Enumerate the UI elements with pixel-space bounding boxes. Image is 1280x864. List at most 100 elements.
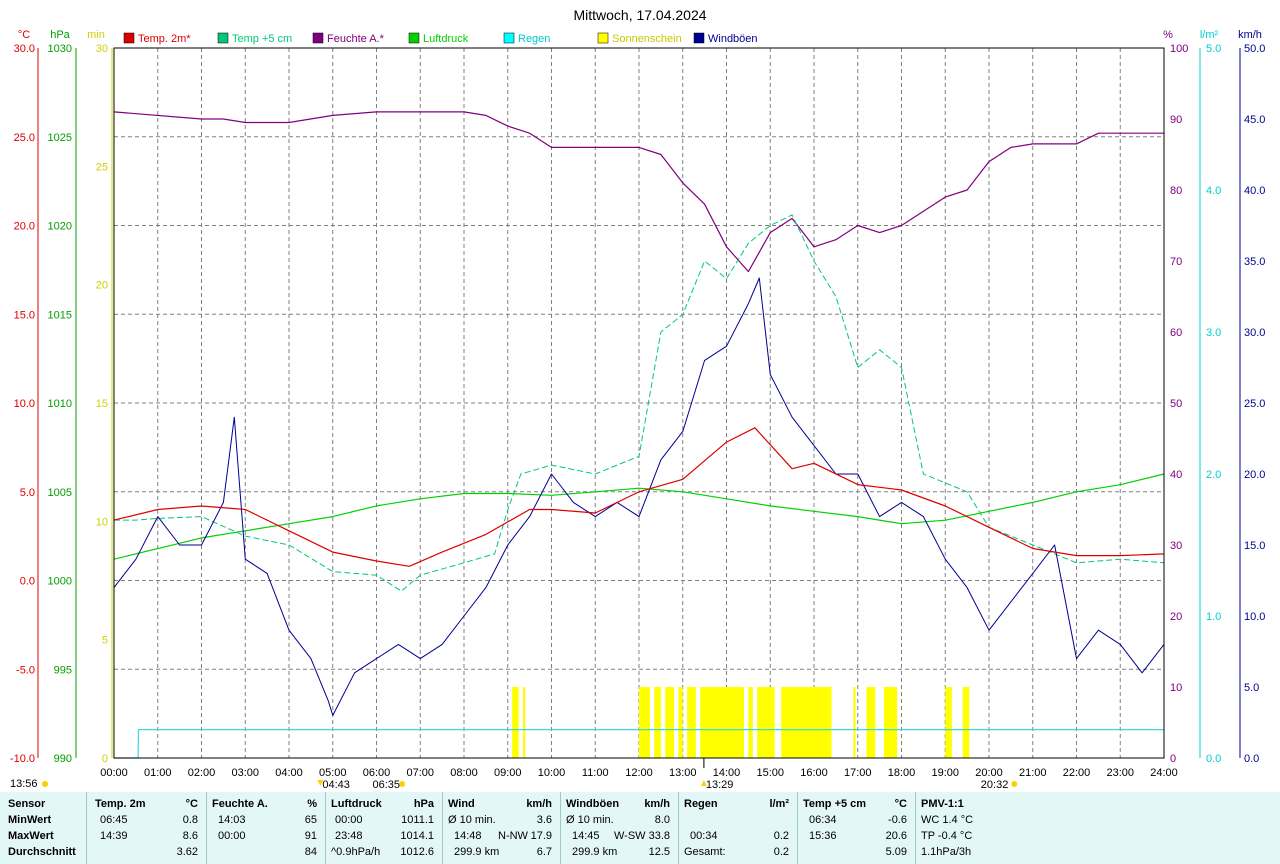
pmv-trend: 1.1hPa/3h — [921, 846, 972, 858]
y-tick-minutes: 30 — [96, 43, 108, 55]
stats-wind: Wind km/h Ø 10 min. 3.6 14:48 N-NW 17.9 299.… — [442, 792, 560, 864]
legend-label: Windböen — [708, 33, 758, 45]
y-tick-pressure: 1020 — [48, 221, 72, 233]
y-tick-temp: 10.0 — [14, 398, 35, 410]
x-tick-label: 20:00 — [975, 767, 1003, 779]
pressure-unit: hPa — [413, 798, 434, 810]
y-tick-wind: 25.0 — [1244, 398, 1265, 410]
y-tick-rain: 2.0 — [1206, 469, 1221, 481]
y-tick-pressure: 1025 — [48, 132, 72, 144]
y-tick-rain: 1.0 — [1206, 611, 1221, 623]
y-tick-pressure: 990 — [54, 753, 72, 765]
y-tick-humidity: 0 — [1170, 753, 1176, 765]
temp5cm-max: 20.6 — [885, 830, 907, 842]
x-tick-label: 17:00 — [844, 767, 872, 779]
x-tick-label: 04:00 — [275, 767, 303, 779]
sunshine-bar — [512, 687, 519, 758]
y-tick-minutes: 25 — [96, 161, 108, 173]
y-tick-pressure: 1000 — [48, 576, 72, 588]
rain-unit: l/m² — [769, 798, 789, 810]
stats-temp5cm: Temp +5 cm °C 06:34 -0.6 15:36 20.6 5.09 — [797, 792, 915, 864]
pressure-title: Luftdruck — [331, 798, 382, 810]
pressure-min: 1011.1 — [401, 814, 434, 826]
x-tick-label: 18:00 — [888, 767, 916, 779]
y-tick-wind: 15.0 — [1244, 540, 1265, 552]
rain-total-label: Gesamt: — [684, 846, 726, 858]
rain-max-time: 00:34 — [690, 830, 718, 842]
rain-max: 0.2 — [773, 830, 789, 842]
y-tick-wind: 35.0 — [1244, 256, 1265, 268]
pmv-title: PMV-1:1 — [921, 798, 964, 810]
legend-swatch — [408, 32, 420, 44]
humidity-max-time: 00:00 — [218, 830, 246, 842]
y-tick-humidity: 50 — [1170, 398, 1182, 410]
y-tick-pressure: 1030 — [48, 43, 72, 55]
y-tick-humidity: 10 — [1170, 682, 1182, 694]
x-tick-label: 03:00 — [231, 767, 259, 779]
wind-max: 17.9 — [530, 830, 552, 842]
temp5cm-title: Temp +5 cm — [803, 798, 867, 810]
sunshine-bar — [748, 687, 753, 758]
y-tick-humidity: 40 — [1170, 469, 1182, 481]
sunshine-bar — [962, 687, 970, 758]
temp5cm-avg: 5.09 — [885, 846, 907, 858]
sunshine-bar — [678, 687, 683, 758]
stats-humidity: Feuchte A.% 14:03 65 00:00 91 84 — [206, 792, 325, 864]
sunshine-bar — [866, 687, 876, 758]
sunshine-bar — [700, 687, 744, 758]
label-min: MinWert — [8, 814, 52, 826]
x-tick-label: 10:00 — [538, 767, 566, 779]
y-tick-minutes: 5 — [102, 635, 108, 647]
wind-min: 3.6 — [536, 814, 552, 826]
y-tick-rain: 5.0 — [1206, 43, 1221, 55]
y-tick-wind: 30.0 — [1244, 327, 1265, 339]
y-tick-temp: 15.0 — [14, 309, 35, 321]
statistics-panel: Sensor MinWert MaxWert Durchschnitt Temp… — [0, 792, 1280, 864]
y-tick-humidity: 100 — [1170, 43, 1188, 55]
humidity-min: 65 — [304, 814, 317, 826]
temp5cm-unit: °C — [894, 798, 907, 810]
stats-pressure: Luftdruck hPa 00:00 1011.1 23:48 1014.1 ^0.… — [325, 792, 442, 864]
temp2m-min: 0.8 — [182, 814, 198, 826]
temp5cm-max-time: 15:36 — [809, 830, 837, 842]
sunshine-bar — [757, 687, 775, 758]
legend-label: Regen — [518, 33, 550, 45]
legend-swatch — [217, 32, 229, 44]
wind-max-dir: N-NW — [498, 830, 528, 842]
x-tick-label: 16:00 — [800, 767, 828, 779]
wind-unit: km/h — [526, 798, 552, 810]
y-tick-wind: 40.0 — [1244, 185, 1265, 197]
legend-swatch — [503, 32, 515, 44]
stats-pmv: PMV-1:1 WC 1.4 °C TP -0.4 °C 1.1hPa/3h — [915, 792, 1035, 864]
marker-dawn: 06:35 — [372, 779, 400, 791]
temp2m-max-time: 14:39 — [100, 830, 128, 842]
unit-humidity: % — [1163, 29, 1173, 41]
y-tick-rain: 4.0 — [1206, 185, 1221, 197]
y-tick-temp: 0.0 — [20, 576, 35, 588]
y-tick-temp: 20.0 — [14, 221, 35, 233]
x-tick-label: 09:00 — [494, 767, 522, 779]
x-tick-label: 21:00 — [1019, 767, 1047, 779]
y-tick-minutes: 10 — [96, 516, 108, 528]
pressure-trend: ^0.9hPa/h — [331, 846, 381, 858]
weather-chart: Mittwoch, 17.04.2024 °C hPa min % l/m² k… — [0, 0, 1280, 792]
marker-sunset: 20:32 — [981, 779, 1009, 791]
stats-rain: Regen l/m² 00:34 0.2 Gesamt: 0.2 — [678, 792, 797, 864]
temp2m-min-time: 06:45 — [100, 814, 128, 826]
wind-distance: 299.9 km — [454, 846, 500, 858]
y-tick-wind: 20.0 — [1244, 469, 1265, 481]
legend-label: Feuchte A.* — [327, 33, 385, 45]
x-tick-label: 01:00 — [144, 767, 172, 779]
y-tick-wind: 5.0 — [1244, 682, 1259, 694]
gusts-unit: km/h — [644, 798, 670, 810]
pressure-avg: 1012.6 — [400, 846, 434, 858]
y-tick-wind: 0.0 — [1244, 753, 1259, 765]
legend-swatch — [312, 32, 324, 44]
wind-avg: 6.7 — [536, 846, 552, 858]
wind-max-time: 14:48 — [454, 830, 482, 842]
legend-label: Sonnenschein — [612, 33, 682, 45]
footer-time: 13:56 — [10, 778, 38, 790]
unit-minutes: min — [87, 29, 105, 41]
y-tick-pressure: 995 — [54, 664, 72, 676]
gusts-min: 8.0 — [654, 814, 670, 826]
